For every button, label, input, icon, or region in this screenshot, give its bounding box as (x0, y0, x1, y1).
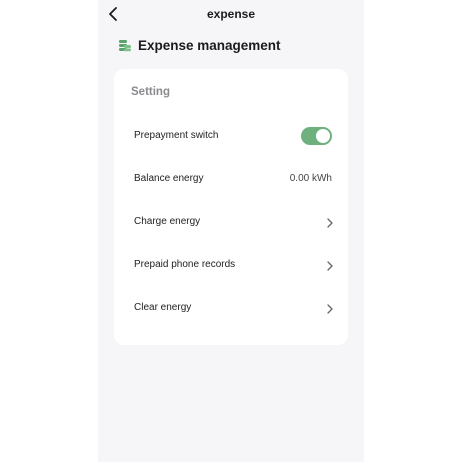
setting-label: Charge energy (134, 216, 201, 227)
prepayment-toggle[interactable] (301, 127, 332, 145)
setting-label: Prepaid phone records (134, 259, 236, 270)
balance-energy-value: 0.00 kWh (289, 173, 332, 184)
setting-row-prepayment-switch: Prepayment switch (114, 122, 348, 152)
settings-card: Setting Prepayment switch Balance energy… (114, 69, 348, 345)
chevron-right-icon (327, 218, 333, 228)
toggle-knob (316, 129, 330, 143)
chevron-right-icon (327, 261, 333, 271)
setting-label: Balance energy (134, 173, 204, 184)
setting-row-prepaid-phone-records[interactable]: Prepaid phone records (114, 251, 348, 281)
setting-label: Prepayment switch (134, 130, 219, 141)
page-title: expense (206, 7, 256, 21)
card-title: Setting (131, 86, 170, 98)
app-screen: expense Expense management Setting Prepa… (98, 0, 364, 462)
setting-row-balance-energy: Balance energy 0.00 kWh (114, 165, 348, 195)
setting-row-clear-energy[interactable]: Clear energy (114, 294, 348, 324)
coins-icon (119, 40, 131, 52)
chevron-right-icon (327, 304, 333, 314)
section-title: Expense management (138, 37, 281, 53)
setting-row-charge-energy[interactable]: Charge energy (114, 208, 348, 238)
setting-label: Clear energy (134, 302, 192, 313)
top-navigation-bar: expense (98, 0, 364, 30)
section-header: Expense management (118, 35, 281, 55)
